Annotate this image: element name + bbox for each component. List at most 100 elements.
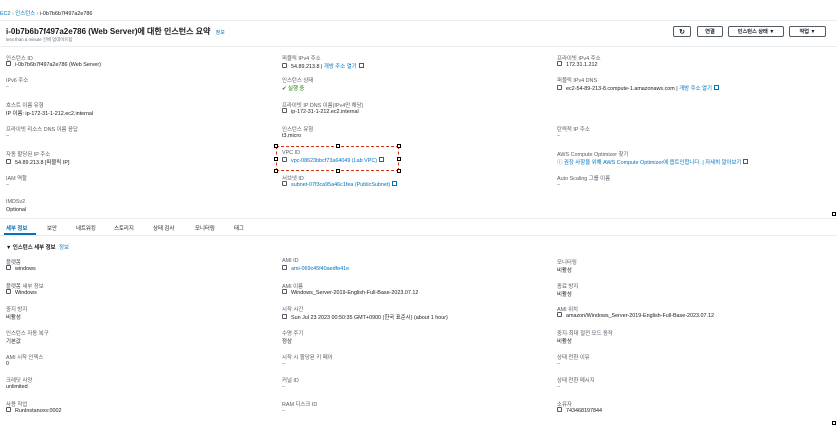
external-link-icon bbox=[743, 159, 749, 165]
private-dns-label: 프라이빗 IP DNS 이름(IPv4만 해당) bbox=[282, 103, 364, 109]
copy-icon[interactable] bbox=[282, 265, 287, 271]
private-ip-text: 172.31.1.212 bbox=[566, 62, 598, 68]
divider bbox=[0, 46, 837, 47]
copy-icon[interactable] bbox=[6, 407, 11, 413]
details-section-title-text: ▼ 인스턴스 세부 정보 bbox=[6, 245, 56, 251]
selection-handle[interactable] bbox=[336, 169, 340, 173]
public-dns-text: ec2-54-89-213-8.compute-1.amazonaws.com bbox=[566, 86, 675, 92]
open-address-link[interactable]: 개방 주소 열기 bbox=[324, 64, 357, 70]
instance-state-button[interactable]: 인스턴스 상태 ▼ bbox=[728, 26, 784, 37]
state-reason-value: – bbox=[557, 361, 560, 367]
type-value: t3.micro bbox=[282, 133, 302, 139]
usage-text: RunInstances:0002 bbox=[15, 408, 62, 414]
ami-name-text: Windows_Server-2019-English-Full-Base-20… bbox=[291, 290, 419, 296]
selection-handle[interactable] bbox=[274, 157, 278, 161]
private-dns-resolve-label: 프라이빗 리소스 DNS 이름 응답 bbox=[6, 127, 78, 133]
tab-networking[interactable]: 네트워킹 bbox=[76, 224, 96, 232]
copy-icon[interactable] bbox=[557, 61, 562, 67]
instance-id-text: i-0b7b6b7f497a2e786 (Web Server) bbox=[15, 62, 101, 68]
tab-monitoring[interactable]: 모니터링 bbox=[195, 224, 215, 232]
private-dns-value: ip-172-31-1-212.ec2.internal bbox=[282, 108, 359, 115]
ami-launch-label: AMI 시작 인덱스 bbox=[6, 355, 44, 361]
copy-icon[interactable] bbox=[6, 265, 11, 271]
info-link[interactable]: 정보 bbox=[216, 30, 225, 36]
refresh-button[interactable]: ↻ bbox=[673, 26, 691, 37]
info-link[interactable]: 정보 bbox=[59, 245, 69, 251]
copy-icon[interactable] bbox=[557, 407, 562, 413]
tab-security[interactable]: 보안 bbox=[47, 224, 57, 232]
iam-value: – bbox=[6, 182, 9, 188]
subnet-value: subnet-07f3ca95a46c1fea (PublicSubnet) bbox=[282, 181, 398, 188]
platform-detail-text: Windows bbox=[15, 290, 37, 296]
copy-icon[interactable] bbox=[6, 159, 11, 165]
ram-label: RAM 디스크 ID bbox=[282, 402, 318, 408]
copy-icon[interactable] bbox=[282, 63, 287, 69]
tab-details[interactable]: 세부 정보 bbox=[6, 224, 27, 232]
platform-detail-value: Windows bbox=[6, 289, 37, 296]
state-label: 인스턴스 상태 bbox=[282, 78, 314, 84]
page-title: i-0b7b6b7f497a2e786 (Web Server)에 대한 인스턴… bbox=[6, 26, 225, 37]
subnet-link[interactable]: subnet-07f3ca95a46c1fea (PublicSubnet) bbox=[291, 182, 390, 188]
launch-time-label: 시작 시간 bbox=[282, 307, 304, 313]
info-circle-icon: ⓘ bbox=[557, 160, 564, 166]
state-msg-label: 상태 전환 메시지 bbox=[557, 378, 595, 384]
copy-icon[interactable] bbox=[282, 108, 287, 114]
breadcrumb-ec2[interactable]: EC2 bbox=[0, 11, 11, 17]
selection-handle[interactable] bbox=[397, 144, 401, 148]
copy-icon[interactable] bbox=[6, 61, 11, 67]
type-label: 인스턴스 유형 bbox=[282, 127, 314, 133]
private-ip-label: 프라이빗 IPv4 주소 bbox=[557, 56, 601, 62]
copy-icon[interactable] bbox=[6, 289, 11, 295]
external-link-icon bbox=[392, 181, 398, 187]
open-address-link[interactable]: 개방 주소 열기 bbox=[679, 86, 712, 92]
hibernate-label: 중지-최대 절전 모드 동작 bbox=[557, 331, 613, 337]
copy-icon[interactable] bbox=[557, 85, 562, 91]
breadcrumb-instances[interactable]: 인스턴스 bbox=[15, 11, 35, 17]
divider bbox=[0, 218, 837, 219]
credit-value: unlimited bbox=[6, 384, 28, 390]
tab-storage[interactable]: 스토리지 bbox=[114, 224, 134, 232]
private-ip-value: 172.31.1.212 bbox=[557, 61, 598, 68]
connect-button[interactable]: 연결 bbox=[697, 26, 723, 37]
breadcrumb-current: i-0b7b6b7f497a2e786 bbox=[39, 11, 93, 17]
optimizer-value[interactable]: ⓘ 권장 사항을 위해 AWS Compute Optimizer에 옵트인합니… bbox=[557, 158, 749, 166]
copy-icon[interactable] bbox=[282, 289, 287, 295]
resize-handle[interactable] bbox=[832, 212, 836, 216]
copy-icon[interactable] bbox=[557, 312, 562, 318]
platform-detail-label: 플랫폼 세부 정보 bbox=[6, 284, 44, 290]
stop-protect-value: 비활성 bbox=[6, 315, 21, 321]
optimizer-text[interactable]: 권장 사항을 위해 AWS Compute Optimizer에 옵트인합니다.… bbox=[564, 160, 742, 166]
copy-icon[interactable] bbox=[282, 181, 287, 187]
term-protect-value: 비활성 bbox=[557, 292, 572, 298]
private-dns-resolve-value: – bbox=[6, 133, 9, 139]
launch-time-text: Sun Jul 23 2023 00:50:35 GMT+0900 (한국 표준… bbox=[291, 315, 448, 321]
selection-handle[interactable] bbox=[397, 169, 401, 173]
platform-text: windows bbox=[15, 266, 36, 272]
ami-launch-value: 0 bbox=[6, 361, 9, 367]
tab-status-checks[interactable]: 상태 검사 bbox=[153, 224, 174, 232]
selection-handle[interactable] bbox=[336, 144, 340, 148]
ami-id-link[interactable]: ami-069c45f40aedfe41e bbox=[291, 266, 349, 272]
selection-handle[interactable] bbox=[274, 144, 278, 148]
elastic-ip-label: 탄력적 IP 주소 bbox=[557, 127, 590, 133]
auto-ip-label: 자동 할당된 IP 주소 bbox=[6, 152, 51, 158]
external-link-icon bbox=[358, 63, 364, 69]
details-section-title[interactable]: ▼ 인스턴스 세부 정보 정보 bbox=[6, 243, 69, 251]
ram-value: – bbox=[282, 408, 285, 414]
tab-tags[interactable]: 태그 bbox=[234, 224, 244, 232]
owner-text: 743468197844 bbox=[566, 408, 602, 414]
selection-box bbox=[276, 146, 399, 171]
divider bbox=[0, 235, 837, 236]
hostname-type-value: IP 이름: ip-172-31-1-212.ec2.internal bbox=[6, 111, 94, 117]
page-title-text: i-0b7b6b7f497a2e786 (Web Server)에 대한 인스턴… bbox=[6, 27, 211, 36]
copy-icon[interactable] bbox=[282, 314, 287, 320]
actions-button[interactable]: 작업 ▼ bbox=[789, 26, 826, 37]
credit-label: 크레딧 사양 bbox=[6, 378, 33, 384]
selection-handle[interactable] bbox=[274, 169, 278, 173]
platform-value: windows bbox=[6, 265, 36, 272]
state-text: 실행 중 bbox=[288, 86, 305, 92]
resize-handle[interactable] bbox=[832, 421, 836, 425]
selection-handle[interactable] bbox=[397, 157, 401, 161]
iam-label: IAM 역할 bbox=[6, 176, 28, 182]
refresh-icon: ↻ bbox=[679, 28, 685, 36]
